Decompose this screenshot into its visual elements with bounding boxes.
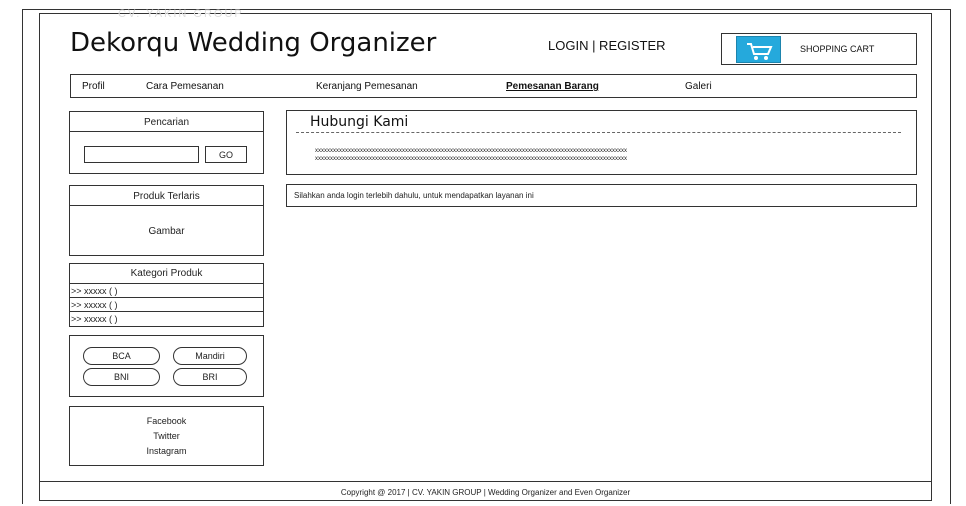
login-register-link[interactable]: LOGIN | REGISTER — [548, 38, 666, 53]
shopping-cart-icon — [736, 36, 781, 63]
faded-company-text: CV. YAKIN GROUP — [118, 8, 244, 20]
shopping-cart-label: SHOPPING CART — [800, 44, 875, 54]
contact-text-line: xxxxxxxxxxxxxxxxxxxxxxxxxxxxxxxxxxxxxxxx… — [315, 156, 627, 162]
category-title: Kategori Produk — [130, 268, 203, 279]
page-frame-right-edge — [950, 9, 951, 504]
bank-bca-button[interactable]: BCA — [83, 347, 160, 365]
category-divider — [69, 283, 264, 284]
nav-item-profil[interactable]: Profil — [82, 81, 105, 92]
category-divider — [69, 311, 264, 312]
social-link-facebook[interactable]: Facebook — [69, 416, 264, 426]
bank-bni-button[interactable]: BNI — [83, 368, 160, 386]
best-seller-title: Produk Terlaris — [133, 191, 200, 202]
social-link-twitter[interactable]: Twitter — [69, 431, 264, 441]
search-input[interactable] — [84, 146, 199, 163]
footer-divider — [39, 481, 932, 482]
site-title: Dekorqu Wedding Organizer — [70, 28, 437, 58]
category-item[interactable]: >> xxxxx ( ) — [71, 314, 118, 324]
bank-mandiri-button[interactable]: Mandiri — [173, 347, 247, 365]
footer-copyright: Copyright @ 2017 | CV. YAKIN GROUP | Wed… — [340, 488, 631, 497]
social-link-instagram[interactable]: Instagram — [69, 446, 264, 456]
nav-right-edge — [916, 74, 917, 98]
contact-text-line: xxxxxxxxxxxxxxxxxxxxxxxxxxxxxxxxxxxxxxxx… — [315, 148, 627, 154]
best-seller-divider — [69, 205, 264, 206]
category-divider — [69, 297, 264, 298]
nav-item-keranjang-pemesanan[interactable]: Keranjang Pemesanan — [316, 81, 418, 92]
best-seller-image-placeholder[interactable]: Gambar — [69, 226, 264, 237]
bank-bri-button[interactable]: BRI — [173, 368, 247, 386]
nav-item-pemesanan-barang[interactable]: Pemesanan Barang — [506, 81, 599, 92]
nav-left-edge — [70, 74, 71, 98]
contact-title: Hubungi Kami — [310, 114, 409, 130]
category-item[interactable]: >> xxxxx ( ) — [71, 300, 118, 310]
search-divider — [69, 131, 264, 132]
login-notice-text: Silahkan anda login terlebih dahulu, unt… — [294, 191, 534, 200]
bank-panel — [69, 335, 264, 397]
nav-item-cara-pemesanan[interactable]: Cara Pemesanan — [146, 81, 224, 92]
search-go-button[interactable]: GO — [205, 146, 247, 163]
nav-item-galeri[interactable]: Galeri — [685, 81, 712, 92]
contact-divider — [296, 132, 901, 133]
search-title: Pencarian — [143, 117, 190, 128]
category-item[interactable]: >> xxxxx ( ) — [71, 286, 118, 296]
